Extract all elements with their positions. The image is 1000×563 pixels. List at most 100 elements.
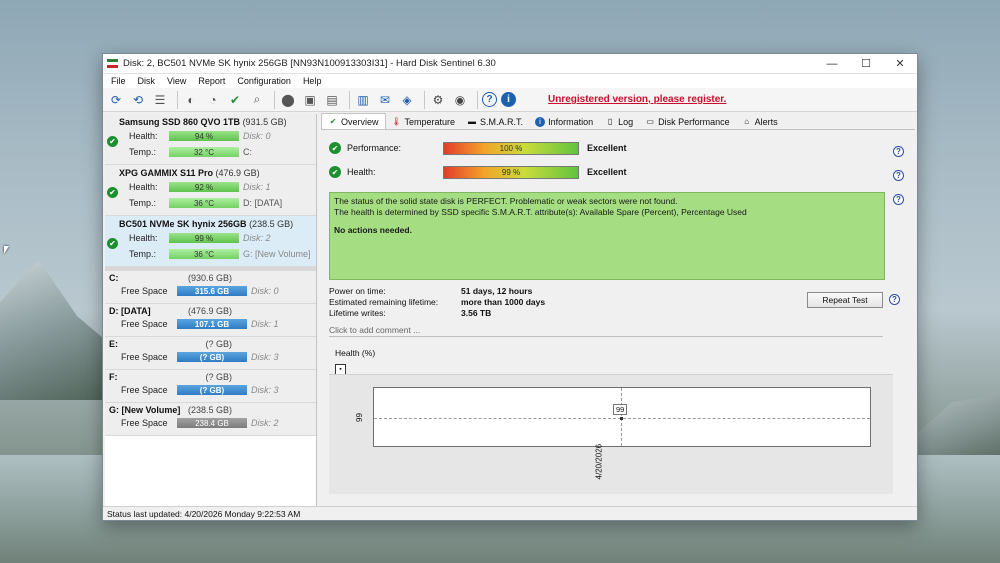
mouse-cursor [4, 246, 9, 254]
status-actions: No actions needed. [334, 225, 412, 235]
free-space-bar: 315.6 GB [177, 286, 247, 296]
repeat-test-button[interactable]: Repeat Test [807, 292, 883, 308]
volume-size: (? GB) [205, 339, 232, 349]
disk-test-icon[interactable]: ◐ [182, 91, 200, 109]
refresh-all-icon[interactable]: ⟲ [129, 91, 147, 109]
tab-information[interactable]: i Information [529, 114, 599, 129]
disk-model: Samsung SSD 860 QVO 1TB [119, 117, 241, 127]
volume-entry-f[interactable]: F: (? GB) Free Space (? GB) Disk: 3 [105, 370, 316, 403]
sound-icon[interactable]: ◉ [451, 91, 469, 109]
tab-overview[interactable]: ✔ Overview [321, 113, 386, 129]
app-logo-icon [107, 59, 118, 68]
help-icon[interactable]: ? [893, 194, 904, 205]
menu-disk[interactable]: Disk [132, 76, 162, 86]
report-icon[interactable]: ▥ [354, 91, 372, 109]
free-space-label: Free Space [121, 385, 168, 395]
health-status: Excellent [587, 167, 627, 177]
toolbar-separator [477, 90, 478, 109]
email-icon[interactable]: ✉ [376, 91, 394, 109]
writes-label: Lifetime writes: [329, 308, 386, 318]
minimize-button[interactable]: — [815, 54, 849, 74]
temp-bar: 32 °C [169, 147, 239, 157]
alert-icon: ⌂ [744, 117, 750, 126]
close-button[interactable]: ✕ [883, 54, 917, 74]
disk-clock-icon[interactable]: ◔ [204, 91, 222, 109]
volume-entry-c[interactable]: C: (930.6 GB) Free Space 315.6 GB Disk: 0 [105, 271, 316, 304]
disk-check-icon[interactable]: ✔ [226, 91, 244, 109]
disk-model: XPG GAMMIX S11 Pro [119, 168, 214, 178]
disk-number: Disk: 1 [243, 182, 271, 192]
refresh-icon[interactable]: ⟳ [107, 91, 125, 109]
disk-name: XPG GAMMIX S11 Pro (476.9 GB) [109, 168, 312, 178]
tab-label: Log [618, 116, 634, 127]
performance-label: Performance: [347, 143, 402, 153]
toolbar-separator [274, 90, 275, 109]
volume-entry-d[interactable]: D: [DATA] (476.9 GB) Free Space 107.1 GB … [105, 304, 316, 337]
free-space-bar: 238.4 GB [177, 418, 247, 428]
toolbar-separator [177, 90, 178, 109]
unregistered-link[interactable]: Unregistered version, please register. [548, 94, 726, 105]
volume-size: (930.6 GB) [187, 273, 232, 283]
drive-icon[interactable]: ⬤ [279, 91, 297, 109]
help-icon[interactable]: ? [482, 92, 497, 107]
free-space-bar: 107.1 GB [177, 319, 247, 329]
health-row: ✔ Health: 99 % Excellent [329, 164, 627, 180]
volume-entry-e[interactable]: E: (? GB) Free Space (? GB) Disk: 3 [105, 337, 316, 370]
menu-configuration[interactable]: Configuration [231, 76, 297, 86]
lifetime-info: Power on time: 51 days, 12 hours Estimate… [329, 286, 589, 319]
tab-temperature[interactable]: 🌡 Temperature [386, 114, 462, 129]
disk-entry-1[interactable]: XPG GAMMIX S11 Pro (476.9 GB) ✔ Health: … [105, 165, 316, 216]
tab-disk-performance[interactable]: ▭ Disk Performance [639, 114, 736, 129]
graph-title: Health (%) [335, 348, 376, 358]
tab-alerts[interactable]: ⌂ Alerts [736, 114, 784, 129]
info-icon[interactable]: i [501, 92, 516, 107]
y-axis-tick: 99 [354, 413, 364, 422]
maximize-button[interactable]: ☐ [849, 54, 883, 74]
disk-entry-0[interactable]: Samsung SSD 860 QVO 1TB (931.5 GB) ✔ Hea… [105, 114, 316, 165]
health-label: Health: [129, 131, 158, 141]
gear-icon[interactable]: ⚙ [429, 91, 447, 109]
drive-external-icon[interactable]: ▤ [323, 91, 341, 109]
help-icon[interactable]: ? [893, 146, 904, 157]
help-icon[interactable]: ? [889, 294, 900, 305]
free-space-label: Free Space [121, 352, 168, 362]
menu-report[interactable]: Report [192, 76, 231, 86]
x-axis-tick: 4/20/2026 [594, 443, 604, 480]
health-label: Health: [129, 182, 158, 192]
volume-entry-g[interactable]: G: [New Volume] (238.5 GB) Free Space 238… [105, 403, 316, 436]
disk-list-pane: Samsung SSD 860 QVO 1TB (931.5 GB) ✔ Hea… [105, 114, 317, 506]
help-icon[interactable]: ? [893, 170, 904, 181]
disk-entry-2[interactable]: BC501 NVMe SK hynix 256GB (238.5 GB) ✔ H… [105, 216, 316, 267]
menu-file[interactable]: File [105, 76, 132, 86]
disk-health-row: Health: 94 % Disk: 0 [109, 129, 312, 143]
list-icon[interactable]: ☰ [151, 91, 169, 109]
free-space-label: Free Space [121, 319, 168, 329]
info-icon: i [535, 116, 546, 127]
menu-view[interactable]: View [161, 76, 192, 86]
check-icon: ✔ [329, 142, 341, 154]
power-on-label: Power on time: [329, 286, 386, 296]
disk-number: Disk: 3 [251, 385, 279, 395]
tab-log[interactable]: ▯ Log [599, 114, 639, 129]
menu-bar: File Disk View Report Configuration Help [103, 74, 917, 88]
disk-health-row: Health: 99 % Disk: 2 [109, 231, 312, 245]
volume-size: (? GB) [205, 372, 232, 382]
graph-plot-area: 99 [373, 387, 871, 447]
volume-name: D: [DATA] [109, 306, 151, 316]
title-bar[interactable]: Disk: 2, BC501 NVMe SK hynix 256GB [NN93… [103, 54, 917, 74]
disk-temp-row: Temp.: 36 °C G: [New Volume] [109, 247, 312, 261]
comment-field[interactable]: Click to add comment ... [329, 325, 883, 337]
health-bar: 94 % [169, 131, 239, 141]
network-icon[interactable]: ◈ [398, 91, 416, 109]
drive-network-icon[interactable]: ▣ [301, 91, 319, 109]
disk-search-icon[interactable]: ⌕ [248, 91, 266, 109]
disk-name: BC501 NVMe SK hynix 256GB (238.5 GB) [109, 219, 312, 229]
menu-help[interactable]: Help [297, 76, 328, 86]
health-graph: 99 99 4/20/2026 [329, 374, 893, 494]
disk-number: Disk: 2 [251, 418, 279, 428]
drive-letter: G: [New Volume] [243, 249, 311, 259]
check-icon: ✔ [107, 238, 118, 249]
disk-number: Disk: 3 [251, 352, 279, 362]
disk-size: (238.5 GB) [249, 219, 294, 229]
tab-smart[interactable]: ▬ S.M.A.R.T. [461, 114, 529, 129]
